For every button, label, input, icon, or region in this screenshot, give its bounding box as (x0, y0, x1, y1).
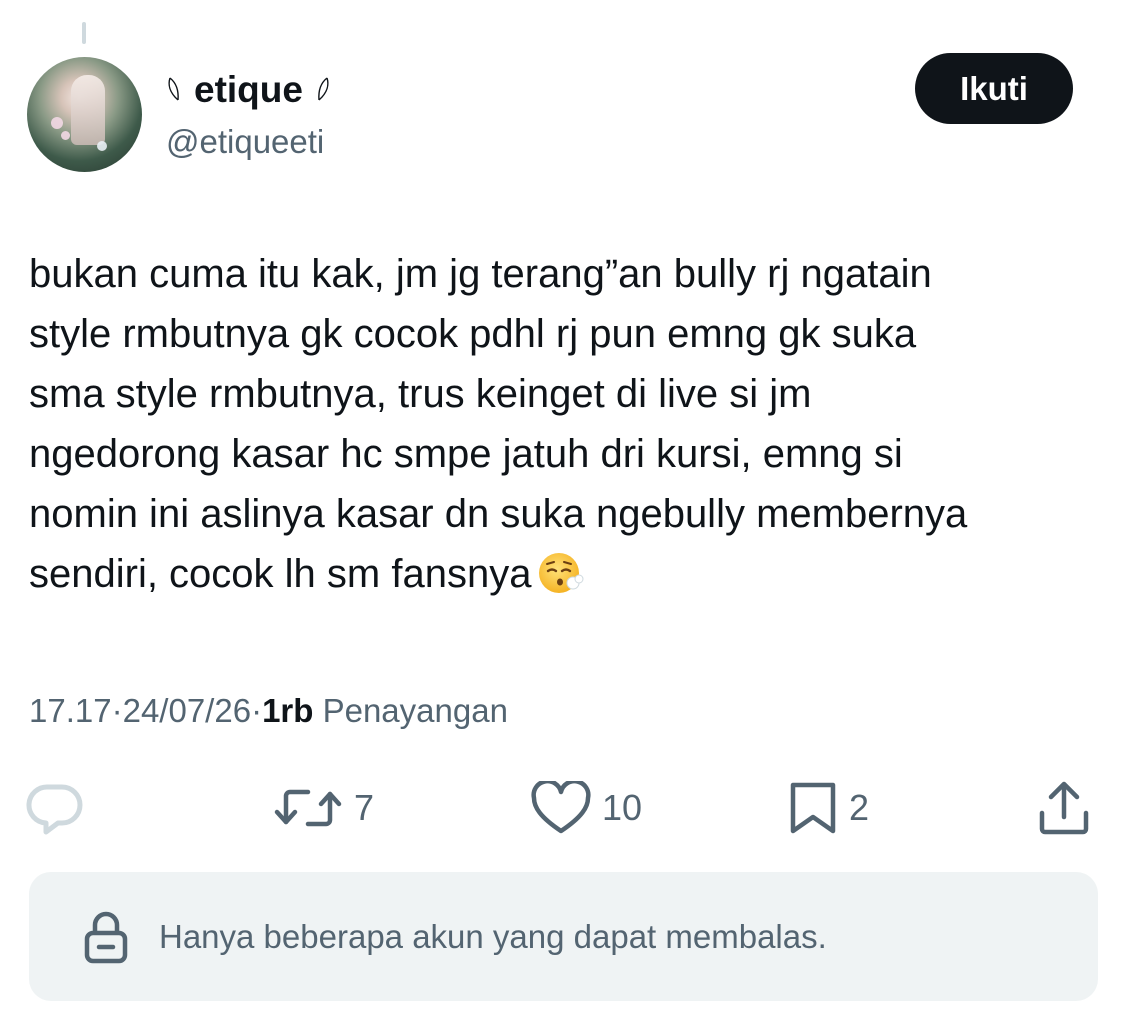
display-name: etique (194, 69, 303, 110)
bookmark-button[interactable]: 2 (787, 775, 869, 841)
reply-icon (26, 784, 83, 835)
tweet-date[interactable]: 24/07/26 (123, 690, 251, 732)
thread-connector (82, 22, 86, 44)
reply-restriction-text: Hanya beberapa akun yang dapat membalas. (159, 917, 827, 955)
tweet-text: bukan cuma itu kak, jm jg terang”an bull… (29, 244, 1099, 604)
repost-button[interactable]: 7 (272, 775, 374, 841)
reply-restriction-banner: Hanya beberapa akun yang dapat membalas. (29, 872, 1098, 1001)
action-bar: 7 10 2 (0, 775, 1125, 845)
display-name-row[interactable]: etique (166, 68, 331, 112)
views-count[interactable]: 1rb (262, 690, 313, 732)
face-exhaling-emoji-icon (539, 553, 584, 593)
user-block: etique @etiqueeti (166, 68, 331, 162)
bookmark-count: 2 (849, 787, 870, 828)
avatar[interactable] (27, 57, 142, 172)
tweet-meta: 17.17 · 24/07/26 · 1rb Penayangan (29, 690, 508, 732)
tweet-body: bukan cuma itu kak, jm jg terang”an bull… (29, 252, 968, 596)
follow-button[interactable]: Ikuti (915, 53, 1073, 124)
user-handle[interactable]: @etiqueeti (166, 122, 331, 162)
like-button[interactable]: 10 (530, 775, 642, 841)
heart-icon (531, 781, 591, 834)
feather-right-icon (318, 77, 329, 101)
share-button[interactable] (1036, 775, 1092, 841)
share-icon (1039, 781, 1089, 835)
like-count: 10 (602, 787, 643, 828)
lock-icon (84, 911, 128, 963)
feather-left-icon (168, 77, 179, 101)
views-label[interactable]: Penayangan (313, 690, 508, 732)
meta-separator: · (251, 692, 263, 729)
tweet-detail: etique @etiqueeti Ikuti bukan cuma itu k… (0, 0, 1125, 1013)
reply-button[interactable] (26, 775, 94, 841)
repost-icon (274, 789, 342, 827)
tweet-time[interactable]: 17.17 (29, 690, 112, 732)
meta-separator: · (111, 692, 123, 729)
bookmark-icon (790, 782, 836, 834)
repost-count: 7 (354, 787, 375, 828)
